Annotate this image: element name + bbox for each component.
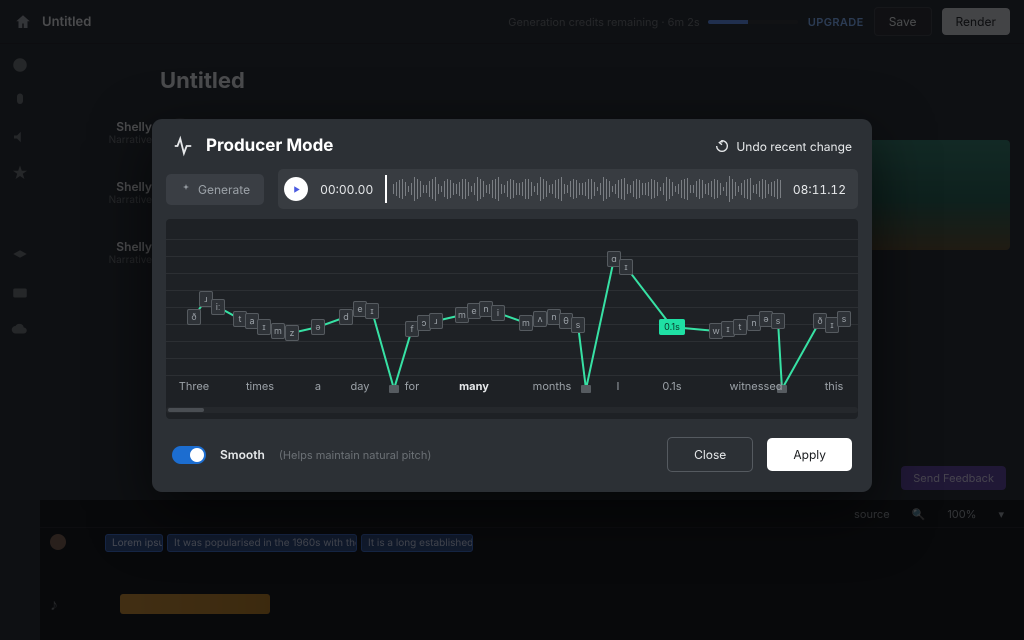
horizontal-scrollbar[interactable]	[166, 407, 858, 413]
phoneme-node[interactable]: d	[339, 309, 353, 325]
sparkle-icon	[180, 183, 192, 195]
phoneme-node[interactable]: z	[285, 325, 299, 341]
phoneme-node[interactable]: ð	[187, 309, 201, 325]
pause-node[interactable]: 0.1s	[659, 319, 685, 335]
word-label[interactable]: 0.1s	[662, 379, 681, 393]
phoneme-node[interactable]: m	[271, 323, 285, 339]
word-label[interactable]: months	[533, 379, 572, 393]
smooth-label: Smooth	[220, 447, 265, 462]
word-label[interactable]: witnessed	[730, 379, 783, 393]
undo-button[interactable]: Undo recent change	[714, 138, 852, 154]
phoneme-node[interactable]: iː	[211, 299, 225, 315]
phoneme-node[interactable]: ʌ	[533, 311, 547, 327]
word-label[interactable]: day	[351, 379, 370, 393]
time-total: 08:11.12	[793, 182, 846, 197]
play-button[interactable]	[284, 177, 308, 201]
phoneme-node[interactable]: i	[491, 305, 505, 321]
phoneme-node[interactable]: s	[837, 311, 851, 327]
smooth-toggle[interactable]	[172, 446, 206, 464]
time-current: 00:00.00	[320, 182, 373, 197]
modal-title: Producer Mode	[206, 136, 333, 156]
phoneme-node[interactable]: ə	[311, 319, 325, 335]
waveform-scrubber[interactable]	[385, 175, 781, 203]
word-label[interactable]: times	[246, 379, 274, 393]
close-button[interactable]: Close	[667, 437, 753, 472]
phoneme-node[interactable]: ɹ	[429, 313, 443, 329]
word-label[interactable]: many	[459, 379, 489, 393]
word-label[interactable]: I	[617, 379, 620, 393]
scrollbar-thumb[interactable]	[168, 408, 204, 412]
undo-label: Undo recent change	[736, 139, 852, 154]
generate-button[interactable]: Generate	[166, 174, 264, 205]
audio-player: 00:00.00 08:11.12	[278, 169, 858, 209]
word-label[interactable]: for	[405, 379, 420, 393]
phoneme-node[interactable]: ɪ	[257, 319, 271, 335]
word-label[interactable]: a	[315, 379, 321, 393]
undo-icon	[714, 138, 730, 154]
phoneme-node[interactable]: m	[519, 315, 533, 331]
phoneme-node[interactable]: s	[771, 313, 785, 329]
word-label[interactable]: this	[825, 379, 844, 393]
producer-mode-modal: Producer Mode Undo recent change Generat…	[152, 119, 872, 492]
phoneme-node[interactable]: s	[571, 317, 585, 333]
waveform-icon	[172, 135, 194, 157]
phoneme-node[interactable]: t	[733, 319, 747, 335]
phoneme-node[interactable]: ɪ	[365, 303, 379, 319]
phoneme-node[interactable]: ɪ	[619, 259, 633, 275]
apply-button[interactable]: Apply	[767, 438, 852, 471]
smooth-hint: (Helps maintain natural pitch)	[279, 448, 432, 462]
word-label[interactable]: Three	[179, 379, 209, 393]
generate-label: Generate	[198, 182, 250, 197]
pitch-editor[interactable]: ðɹiːtaɪmzədeɪfɔɹmenimʌnθsɑɪwɪtnəsðɪs0.1s…	[166, 219, 858, 419]
